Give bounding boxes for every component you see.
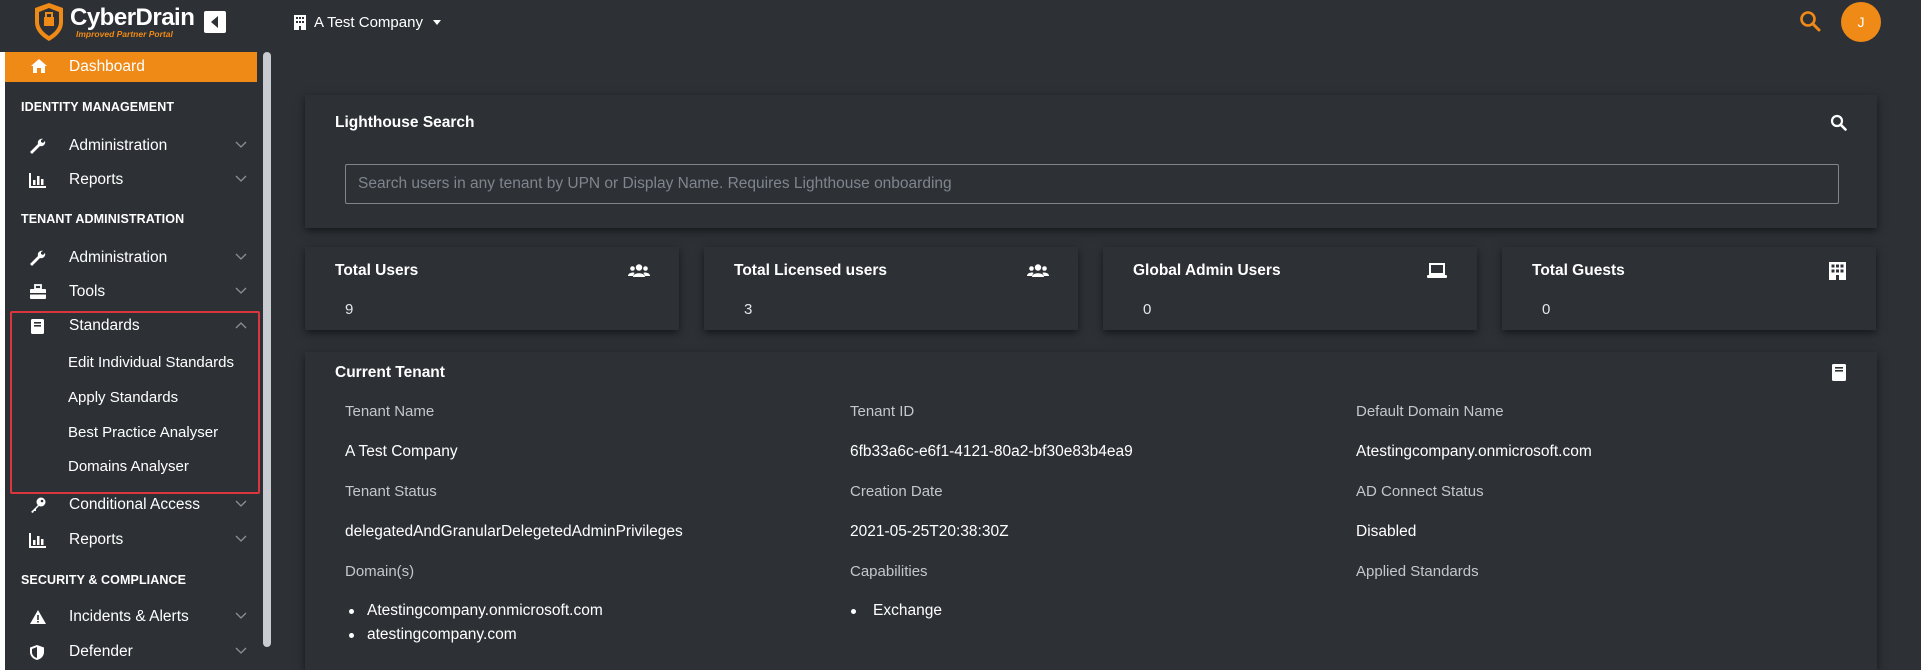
- value-tenant-status: delegatedAndGranularDelegetedAdminPrivil…: [345, 523, 683, 540]
- sidebar-item-label: Reports: [69, 531, 124, 548]
- section-security-compliance: SECURITY & COMPLIANCE: [21, 573, 187, 587]
- current-tenant-card: [305, 352, 1877, 670]
- sidebar-item-tenant-administration[interactable]: Administration: [5, 243, 257, 273]
- search-icon: [1800, 11, 1821, 32]
- sidebar-item-defender[interactable]: Defender: [5, 637, 257, 667]
- sidebar-item-incidents-alerts[interactable]: Incidents & Alerts: [5, 602, 257, 632]
- stat-title-total-licensed-users: Total Licensed users: [734, 262, 888, 279]
- sidebar-item-label: Defender: [69, 643, 133, 660]
- stat-value-total-licensed-users: 3: [744, 301, 753, 318]
- home-icon: [31, 59, 47, 73]
- stat-title-total-users: Total Users: [335, 262, 419, 279]
- label-tenant-id: Tenant ID: [850, 403, 915, 420]
- value-default-domain: Atestingcompany.onmicrosoft.com: [1356, 443, 1592, 460]
- building-icon: [1829, 262, 1846, 280]
- stat-card-total-licensed-users: [704, 247, 1078, 330]
- domain-list-item: atestingcompany.com: [367, 626, 517, 643]
- users-icon: [628, 264, 650, 277]
- shield-icon: [30, 645, 44, 660]
- sidebar-item-identity-administration[interactable]: Administration: [5, 131, 257, 161]
- sidebar-item-label: Administration: [69, 249, 168, 266]
- sidebar-item-label: Incidents & Alerts: [69, 608, 189, 625]
- top-header: CyberDrain Improved Partner Portal A Tes…: [0, 0, 1921, 44]
- sidebar-item-label: Tools: [69, 283, 106, 300]
- sidebar-item-label: Administration: [69, 137, 168, 154]
- sidebar-item-label: Dashboard: [69, 58, 145, 75]
- key-icon: [31, 497, 46, 513]
- chart-bar-icon: [29, 173, 46, 188]
- logo-name: CyberDrain: [70, 4, 195, 31]
- section-identity-management: IDENTITY MANAGEMENT: [21, 100, 175, 114]
- search-icon[interactable]: [1830, 114, 1847, 131]
- value-tenant-name: A Test Company: [345, 443, 458, 460]
- chevron-down-icon: [235, 141, 247, 148]
- chart-bar-icon: [29, 533, 46, 548]
- standards-highlight-box: [10, 311, 260, 494]
- cyberdrain-logo[interactable]: CyberDrain Improved Partner Portal: [32, 2, 195, 42]
- book-icon: [1832, 364, 1846, 381]
- label-applied-standards: Applied Standards: [1356, 563, 1479, 580]
- value-creation-date: 2021-05-25T20:38:30Z: [850, 523, 1009, 540]
- lighthouse-search-card: [305, 95, 1877, 228]
- caret-down-icon: [432, 19, 441, 25]
- chevron-down-icon: [235, 253, 247, 260]
- chevron-down-icon: [235, 647, 247, 654]
- label-ad-connect-status: AD Connect Status: [1356, 483, 1484, 500]
- wrench-icon: [30, 138, 46, 154]
- label-tenant-name: Tenant Name: [345, 403, 435, 420]
- label-tenant-status: Tenant Status: [345, 483, 437, 500]
- value-tenant-id: 6fb33a6c-e6f1-4121-80a2-bf30e83b4ea9: [850, 443, 1133, 460]
- wrench-icon: [30, 250, 46, 266]
- chevron-down-icon: [235, 535, 247, 542]
- lighthouse-search-input[interactable]: [345, 164, 1839, 204]
- collapse-sidebar-button[interactable]: [204, 11, 226, 33]
- caret-left-icon: [211, 16, 218, 28]
- chevron-down-icon: [235, 500, 247, 507]
- stat-card-total-guests: [1502, 247, 1876, 330]
- domain-list-item: Atestingcompany.onmicrosoft.com: [367, 602, 603, 619]
- label-domains: Domain(s): [345, 563, 415, 580]
- capability-list-item: Exchange: [873, 602, 942, 619]
- chevron-down-icon: [235, 175, 247, 182]
- stat-title-global-admin-users: Global Admin Users: [1133, 262, 1281, 279]
- bullet-icon: [851, 609, 856, 614]
- lighthouse-search-title: Lighthouse Search: [335, 114, 475, 131]
- tenant-selector-label: A Test Company: [314, 13, 423, 31]
- stat-title-total-guests: Total Guests: [1532, 262, 1625, 279]
- sidebar-item-conditional-access[interactable]: Conditional Access: [5, 490, 257, 520]
- user-avatar[interactable]: J: [1841, 2, 1881, 42]
- laptop-icon: [1427, 263, 1447, 278]
- building-icon: [294, 14, 306, 30]
- toolbox-icon: [30, 284, 46, 299]
- users-icon: [1027, 264, 1049, 277]
- header-search-button[interactable]: [1799, 10, 1821, 32]
- chevron-down-icon: [235, 287, 247, 294]
- bullet-icon: [349, 609, 354, 614]
- stat-value-total-guests: 0: [1542, 301, 1551, 318]
- sidebar-item-label: Reports: [69, 171, 124, 188]
- bullet-icon: [349, 633, 354, 638]
- section-tenant-administration: TENANT ADMINISTRATION: [21, 212, 185, 226]
- stat-value-total-users: 9: [345, 301, 354, 318]
- value-ad-connect-status: Disabled: [1356, 523, 1417, 540]
- stat-card-total-users: [305, 247, 679, 330]
- shield-logo-icon: [35, 3, 63, 41]
- label-creation-date: Creation Date: [850, 483, 943, 500]
- sidebar-item-tools[interactable]: Tools: [5, 277, 257, 307]
- warning-icon: [30, 610, 46, 624]
- sidebar-item-tenant-reports[interactable]: Reports: [5, 525, 257, 555]
- sidebar-item-label: Conditional Access: [69, 496, 200, 513]
- label-default-domain: Default Domain Name: [1356, 403, 1504, 420]
- sidebar-item-dashboard[interactable]: Dashboard: [5, 52, 257, 82]
- sidebar-scrollbar[interactable]: [263, 52, 271, 647]
- logo-tagline: Improved Partner Portal: [76, 29, 173, 39]
- current-tenant-title: Current Tenant: [335, 364, 445, 381]
- tenant-selector[interactable]: A Test Company: [294, 12, 441, 32]
- sidebar-item-identity-reports[interactable]: Reports: [5, 165, 257, 195]
- stat-value-global-admin-users: 0: [1143, 301, 1152, 318]
- chevron-down-icon: [235, 612, 247, 619]
- stat-card-global-admin-users: [1103, 247, 1477, 330]
- label-capabilities: Capabilities: [850, 563, 928, 580]
